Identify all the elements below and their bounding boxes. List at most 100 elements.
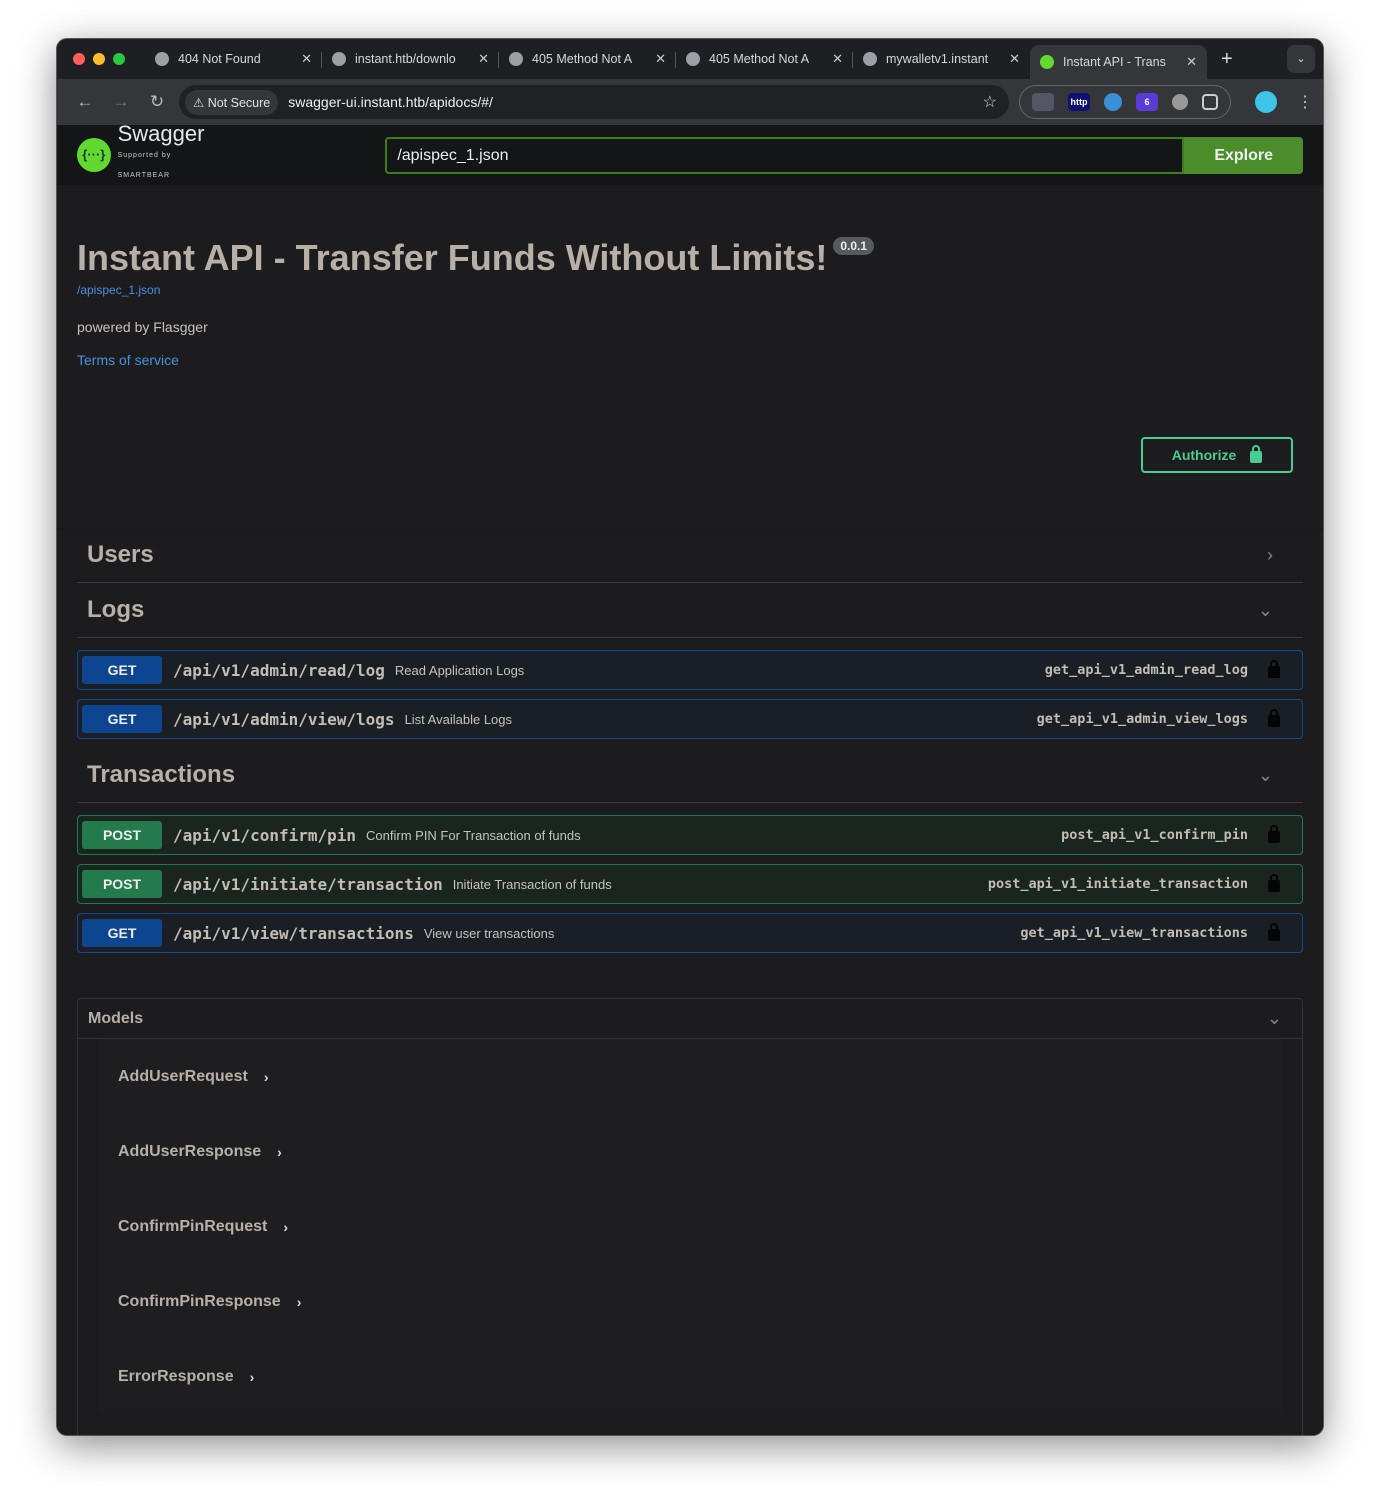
- browser-toolbar: ← → ↻ ⚠ Not Secure swagger-ui.instant.ht…: [57, 79, 1323, 125]
- tag-logs[interactable]: Logs ⌄: [77, 583, 1303, 638]
- operation-path: /api/v1/view/transactions: [173, 923, 414, 943]
- model-item[interactable]: ConfirmPinResponse ›: [98, 1264, 1282, 1339]
- unlock-icon: [1250, 445, 1263, 463]
- operation-row[interactable]: GET/api/v1/admin/read/log Read Applicatio…: [77, 650, 1303, 690]
- api-info: Instant API - Transfer Funds Without Lim…: [57, 185, 1323, 368]
- spec-url-input[interactable]: /apispec_1.json: [385, 136, 1185, 174]
- swagger-logo-icon: {···}: [77, 138, 111, 172]
- close-tab-icon[interactable]: ✕: [1009, 51, 1020, 67]
- browser-tab[interactable]: 404 Not Found ✕: [145, 39, 322, 79]
- chevron-right-icon: ›: [277, 1143, 282, 1160]
- version-badge: 0.0.1: [833, 237, 875, 255]
- operation-summary: View user transactions: [423, 925, 555, 941]
- spy-icon[interactable]: [1032, 93, 1054, 111]
- model-item[interactable]: AddUserResponse ›: [98, 1114, 1282, 1189]
- chevron-right-icon: ›: [249, 1368, 255, 1385]
- operation-row[interactable]: GET/api/v1/admin/view/logs List Available…: [77, 699, 1303, 739]
- swagger-topbar: {···} Swagger Supported by SMARTBEAR /api…: [57, 125, 1323, 185]
- terms-of-service-link[interactable]: Terms of service: [77, 352, 1303, 368]
- operation-summary: Confirm PIN For Transaction of funds: [366, 827, 581, 843]
- chevron-down-icon: ⌄: [1257, 599, 1273, 620]
- model-item[interactable]: ConfirmPinRequest ›: [98, 1189, 1282, 1264]
- tag-transactions[interactable]: Transactions ⌄: [77, 748, 1303, 803]
- close-tab-icon[interactable]: ✕: [832, 51, 843, 67]
- warning-icon: ⚠: [193, 95, 208, 110]
- scheme-container: Authorize: [57, 408, 1323, 528]
- operation-row[interactable]: GET/api/v1/view/transactions View user tr…: [77, 913, 1303, 953]
- close-window-button[interactable]: [73, 53, 85, 65]
- new-tab-button[interactable]: +: [1221, 48, 1233, 71]
- extensions-bar: http 6: [1019, 85, 1231, 119]
- lock-icon[interactable]: [1268, 923, 1280, 941]
- profile-avatar[interactable]: [1255, 91, 1277, 113]
- operation-summary: Initiate Transaction of funds: [452, 876, 612, 892]
- lock-icon[interactable]: [1268, 874, 1280, 892]
- operation-id: post_api_v1_initiate_transaction: [987, 876, 1248, 892]
- cmd-icon[interactable]: [1172, 94, 1188, 110]
- browser-tab[interactable]: 405 Method Not A ✕: [676, 39, 853, 79]
- method-badge: GET: [82, 919, 162, 947]
- lock-icon[interactable]: [1268, 825, 1280, 843]
- globe-icon: [863, 52, 877, 66]
- swagger-page: {···} Swagger Supported by SMARTBEAR /api…: [57, 125, 1323, 1435]
- minimize-window-button[interactable]: [93, 53, 105, 65]
- method-badge: POST: [82, 870, 162, 898]
- tab-bar: 404 Not Found ✕ instant.htb/downlo ✕ 405 Met…: [57, 39, 1323, 79]
- puzzle-icon[interactable]: [1202, 94, 1218, 110]
- operation-summary: List Available Logs: [404, 711, 513, 727]
- operation-path: /api/v1/confirm/pin: [173, 825, 357, 845]
- explore-button[interactable]: Explore: [1184, 136, 1303, 174]
- model-item[interactable]: AddUserRequest ›: [98, 1039, 1282, 1114]
- globe-icon: [509, 52, 523, 66]
- models-header[interactable]: Models ⌄: [78, 999, 1302, 1039]
- models-section: Models ⌄ AddUserRequest › AddUserResponse › C…: [77, 998, 1303, 1435]
- operation-id: get_api_v1_view_transactions: [1020, 925, 1248, 941]
- close-tab-icon[interactable]: ✕: [1186, 54, 1197, 70]
- authorize-button[interactable]: Authorize: [1141, 437, 1293, 473]
- operation-path: /api/v1/initiate/transaction: [173, 874, 443, 894]
- menu-kebab-icon[interactable]: ⋮: [1297, 92, 1313, 112]
- browser-tab[interactable]: mywalletv1.instant ✕: [853, 39, 1030, 79]
- bookmark-star-icon[interactable]: ☆: [983, 92, 997, 112]
- operation-path: /api/v1/admin/view/logs: [173, 709, 395, 729]
- operation-row[interactable]: POST/api/v1/initiate/transaction Initiate…: [77, 864, 1303, 904]
- v-icon[interactable]: [1104, 93, 1122, 111]
- maximize-window-button[interactable]: [113, 53, 125, 65]
- browser-tab[interactable]: Instant API - Trans ✕: [1030, 45, 1207, 79]
- model-item[interactable]: ErrorResponse ›: [98, 1339, 1282, 1414]
- method-badge: GET: [82, 656, 162, 684]
- back-button[interactable]: ←: [67, 92, 103, 112]
- operation-id: post_api_v1_confirm_pin: [1061, 827, 1248, 843]
- reload-button[interactable]: ↻: [139, 92, 175, 112]
- tab-search-button[interactable]: ⌄: [1287, 45, 1315, 73]
- swagger-logo[interactable]: {···} Swagger Supported by SMARTBEAR: [77, 125, 225, 186]
- operation-row[interactable]: POST/api/v1/confirm/pin Confirm PIN For T…: [77, 815, 1303, 855]
- forward-button[interactable]: →: [103, 92, 139, 112]
- api-title: Instant API - Transfer Funds Without Lim…: [77, 237, 828, 278]
- operation-summary: Read Application Logs: [394, 662, 525, 678]
- method-badge: GET: [82, 705, 162, 733]
- lock-icon[interactable]: [1268, 709, 1280, 727]
- chevron-right-icon: ›: [1267, 544, 1273, 565]
- stack-icon[interactable]: 6: [1136, 93, 1158, 111]
- tag-users[interactable]: Users ›: [77, 528, 1303, 583]
- description: powered by Flasgger: [77, 319, 208, 335]
- chevron-down-icon: ⌄: [1257, 764, 1273, 785]
- chevron-right-icon: ›: [283, 1218, 289, 1235]
- globe-icon: [332, 52, 346, 66]
- browser-tab[interactable]: 405 Method Not A ✕: [499, 39, 676, 79]
- close-tab-icon[interactable]: ✕: [655, 51, 666, 67]
- operations: Users › Logs ⌄ GET/api/v1/admin/read/log Read…: [57, 528, 1323, 953]
- operation-id: get_api_v1_admin_read_log: [1044, 662, 1248, 678]
- address-bar[interactable]: ⚠ Not Secure swagger-ui.instant.htb/apid…: [179, 85, 1009, 119]
- spec-link[interactable]: /apispec_1.json: [77, 283, 1303, 297]
- globe-icon: [686, 52, 700, 66]
- swagger-favicon: [1040, 55, 1054, 69]
- security-chip[interactable]: ⚠ Not Secure: [185, 89, 279, 115]
- http-icon[interactable]: http: [1068, 93, 1090, 111]
- lock-icon[interactable]: [1268, 660, 1280, 678]
- close-tab-icon[interactable]: ✕: [301, 51, 312, 67]
- url-text[interactable]: swagger-ui.instant.htb/apidocs/#/: [288, 94, 493, 110]
- browser-tab[interactable]: instant.htb/downlo ✕: [322, 39, 499, 79]
- close-tab-icon[interactable]: ✕: [478, 51, 489, 67]
